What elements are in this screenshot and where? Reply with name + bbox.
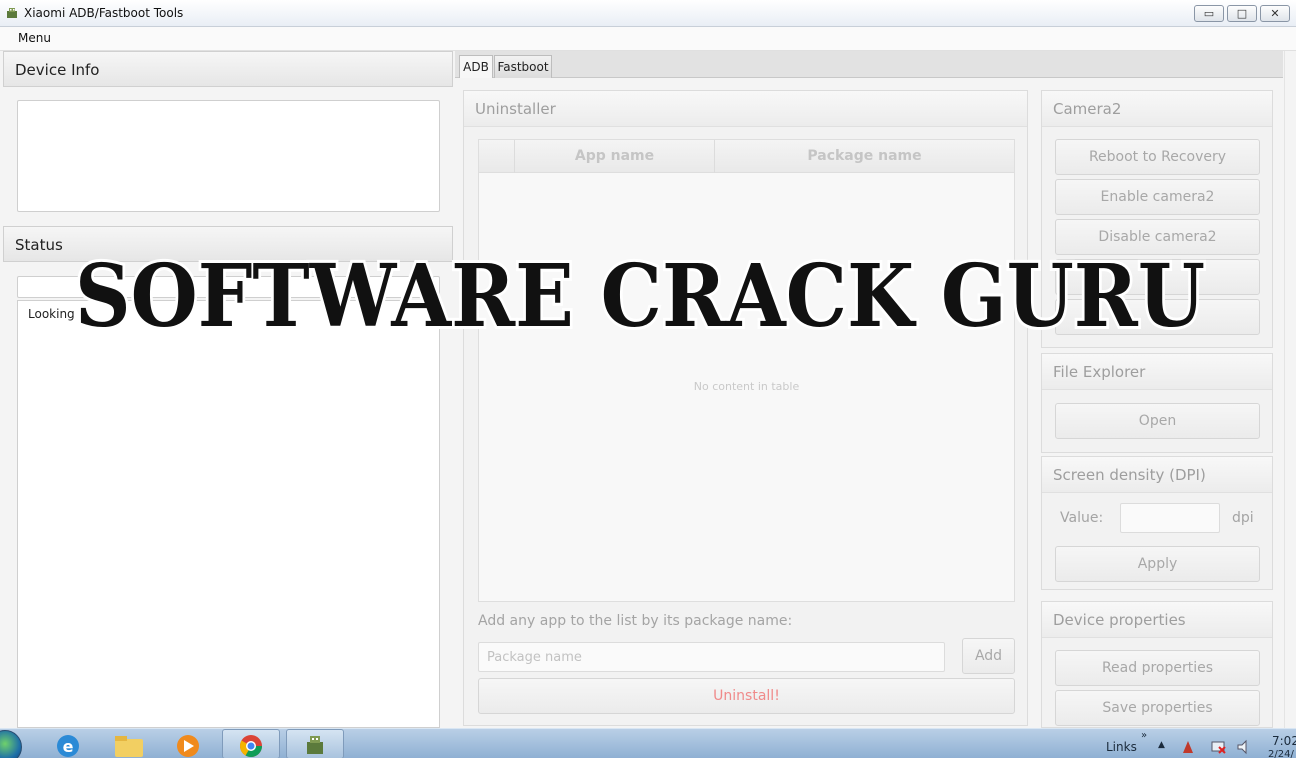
uninstall-button[interactable]: Uninstall! [478,678,1015,714]
title-bar: Xiaomi ADB/Fastboot Tools ▭ □ ✕ [0,0,1296,27]
package-name-input[interactable] [478,642,945,672]
links-toolbar[interactable]: Links [1106,740,1137,754]
taskbar-adb-tool-button[interactable] [286,729,344,758]
taskbar-chrome-button[interactable] [222,729,280,758]
apply-button[interactable]: Apply [1055,546,1260,582]
open-button[interactable]: Open [1055,403,1260,439]
clock-time[interactable]: 7:02 [1272,734,1296,748]
close-icon: ✕ [1270,7,1280,20]
screen-density-header: Screen density (DPI) [1042,457,1272,493]
watermark-text: SOFTWARE CRACK GURU [75,246,1205,346]
reboot-recovery-button[interactable]: Reboot to Recovery [1055,139,1260,175]
file-explorer-title: File Explorer [1053,363,1146,381]
status-log[interactable]: Looking [17,300,440,728]
minimize-icon: ▭ [1203,7,1215,20]
maximize-icon: □ [1236,7,1248,20]
screen-density-panel: Screen density (DPI) Value: dpi Apply [1041,456,1273,590]
svg-text:e: e [63,737,74,756]
save-properties-button[interactable]: Save properties [1055,690,1260,726]
network-error-icon[interactable] [1210,739,1226,755]
enable-camera2-button[interactable]: Enable camera2 [1055,179,1260,215]
app-robot-icon [307,736,323,754]
uninstaller-title: Uninstaller [475,100,556,118]
file-explorer-panel: File Explorer Open [1041,353,1273,453]
dpi-unit: dpi [1232,510,1254,526]
menu-item-menu[interactable]: Menu [18,31,51,45]
internet-explorer-icon[interactable]: e [43,731,97,758]
column-package-name[interactable]: Package name [714,140,1014,173]
minimize-button[interactable]: ▭ [1194,5,1224,22]
file-explorer-icon[interactable] [102,731,156,758]
window-title: Xiaomi ADB/Fastboot Tools [24,6,184,20]
links-chevron-icon[interactable]: » [1141,730,1147,741]
menu-bar: Menu [0,27,1296,51]
uninstaller-header: Uninstaller [464,91,1027,127]
maximize-button[interactable]: □ [1227,5,1257,22]
table-header: App name Package name [479,140,1014,173]
device-info-box [17,100,440,212]
volume-icon[interactable] [1236,739,1252,755]
tray-expand-icon[interactable]: ▲ [1158,740,1165,750]
tab-fastboot[interactable]: Fastboot [494,55,552,78]
device-properties-header: Device properties [1042,602,1272,638]
taskbar: e Links » ▲ 7:02 2/24/ [0,728,1296,758]
chrome-icon [240,735,262,757]
start-button[interactable] [0,730,22,758]
device-info-header: Device Info [3,51,453,87]
status-log-text: Looking [28,307,75,321]
app-table[interactable]: App name Package name No content in tabl… [478,139,1015,602]
tab-bar: ADB Fastboot [455,51,1283,78]
action-center-flag-icon[interactable] [1180,739,1196,755]
add-button[interactable]: Add [962,638,1015,674]
media-player-icon[interactable] [161,731,215,758]
add-app-label: Add any app to the list by its package n… [478,613,793,629]
read-properties-button[interactable]: Read properties [1055,650,1260,686]
close-button[interactable]: ✕ [1260,5,1290,22]
file-explorer-header: File Explorer [1042,354,1272,390]
camera2-title: Camera2 [1053,100,1122,118]
camera2-header: Camera2 [1042,91,1272,127]
dpi-input[interactable] [1120,503,1220,533]
table-empty-text: No content in table [693,380,800,393]
uninstaller-panel: Uninstaller App name Package name No con… [463,90,1028,726]
dpi-value-label: Value: [1060,510,1104,526]
screen-density-title: Screen density (DPI) [1053,466,1206,484]
column-app-name[interactable]: App name [514,140,714,173]
left-column: Device Info Status Looking [3,51,453,728]
right-edge [1284,51,1296,728]
device-info-title: Device Info [15,61,100,79]
tab-adb[interactable]: ADB [459,55,493,78]
app-robot-icon [7,8,17,18]
status-title: Status [15,236,63,254]
clock-date[interactable]: 2/24/ [1268,749,1294,758]
device-properties-panel: Device properties Read properties Save p… [1041,601,1273,728]
watermark: SOFTWARE CRACK GURU [72,246,1208,346]
device-properties-title: Device properties [1053,611,1186,629]
column-checkbox[interactable] [479,140,514,173]
